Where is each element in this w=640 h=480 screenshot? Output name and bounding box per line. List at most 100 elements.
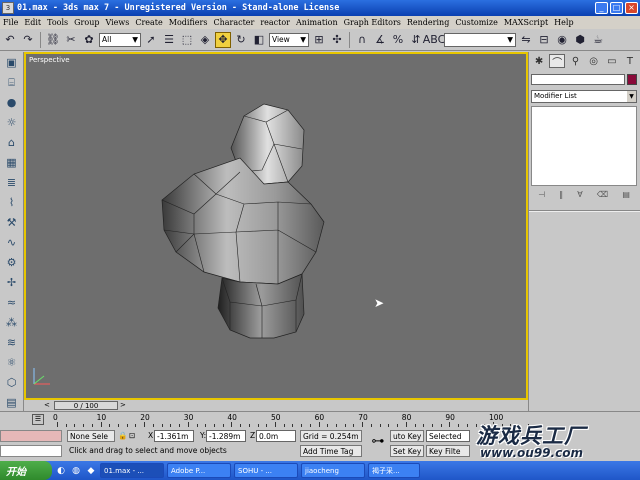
show-end-result-icon[interactable]: ‖ xyxy=(559,190,563,202)
menu-animation[interactable]: Animation xyxy=(293,18,341,27)
app-icon[interactable]: 3 xyxy=(2,2,14,14)
camera-icon[interactable]: ⌂ xyxy=(3,134,21,151)
modifier-stack[interactable] xyxy=(531,106,637,186)
task-01max[interactable]: 01.max - ... xyxy=(100,463,164,478)
sphere-icon[interactable]: ● xyxy=(3,94,21,111)
quick-render-icon[interactable]: ☕ xyxy=(590,32,606,48)
select-and-move-icon[interactable]: ✥ xyxy=(215,31,231,48)
redo-icon[interactable]: ↷ xyxy=(20,32,36,48)
menu-modifiers[interactable]: Modifiers xyxy=(166,18,211,27)
helper-icon[interactable]: ✢ xyxy=(3,274,21,291)
pin-stack-icon[interactable]: ⊣ xyxy=(538,190,545,202)
make-unique-icon[interactable]: ∀ xyxy=(577,190,582,202)
window-crossing-icon[interactable]: ◈ xyxy=(197,32,213,48)
maximize-button[interactable]: □ xyxy=(610,2,623,14)
material-icon[interactable]: ▦ xyxy=(3,154,21,171)
particle-icon[interactable]: ⁂ xyxy=(3,314,21,331)
add-time-tag-button[interactable]: Add Time Tag xyxy=(300,445,362,457)
box-icon[interactable]: ▣ xyxy=(3,54,21,71)
cylinder-icon[interactable]: ⌸ xyxy=(3,74,21,91)
tool-icon[interactable]: ⚒ xyxy=(3,214,21,231)
set-key-button[interactable]: Set Key xyxy=(390,445,424,457)
pivot-center-icon[interactable]: ⊞ xyxy=(311,32,327,48)
angle-snap-icon[interactable]: ∡ xyxy=(372,32,388,48)
y-coordinate-field[interactable]: -1.289m xyxy=(206,430,246,442)
task-jiaocheng[interactable]: jiaocheng xyxy=(301,463,365,478)
x-coordinate-field[interactable]: -1.361m xyxy=(154,430,194,442)
key-filters-button[interactable]: Key Filte xyxy=(426,445,470,457)
minimize-button[interactable]: _ xyxy=(595,2,608,14)
stack-icon[interactable]: ≣ xyxy=(3,174,21,191)
menu-create[interactable]: Create xyxy=(132,18,165,27)
lock-icon[interactable]: 🔒 xyxy=(116,430,126,442)
key-mode-dropdown[interactable]: Selected xyxy=(426,430,470,442)
open-mini-curve-editor-icon[interactable]: ☰ xyxy=(32,414,44,425)
bind-space-warp-icon[interactable]: ✿ xyxy=(81,32,97,48)
select-and-link-icon[interactable]: ⛓ xyxy=(45,32,61,48)
select-and-scale-icon[interactable]: ◧ xyxy=(251,32,267,48)
quicklaunch-media-icon[interactable]: ◐ xyxy=(55,465,67,477)
time-slider-thumb[interactable]: 0 / 100 xyxy=(54,401,118,410)
shape-icon[interactable]: ⬡ xyxy=(3,374,21,391)
hierarchy-tab-icon[interactable]: ⚲ xyxy=(567,54,583,68)
menu-help[interactable]: Help xyxy=(551,18,576,27)
remove-modifier-icon[interactable]: ⌫ xyxy=(597,190,608,202)
select-and-manipulate-icon[interactable]: ✣ xyxy=(329,32,345,48)
menu-edit[interactable]: Edit xyxy=(21,18,44,27)
edit-named-selection-icon[interactable]: ABC xyxy=(423,32,446,48)
create-tab-icon[interactable]: ✱ xyxy=(531,54,547,68)
key-icon[interactable]: ⊶ xyxy=(366,433,388,451)
display-tab-icon[interactable]: ▭ xyxy=(604,54,620,68)
material-editor-icon[interactable]: ◉ xyxy=(554,32,570,48)
select-object-icon[interactable]: ➚ xyxy=(143,32,159,48)
reference-coordinate-dropdown[interactable]: View ▼ xyxy=(269,32,309,47)
spinner-snap-icon[interactable]: ⇵ xyxy=(408,32,424,48)
menu-rendering[interactable]: Rendering xyxy=(404,18,452,27)
quicklaunch-browser-icon[interactable]: ◍ xyxy=(70,465,82,477)
previous-frame-icon[interactable]: < xyxy=(44,401,50,409)
select-by-name-icon[interactable]: ☰ xyxy=(161,32,177,48)
undo-icon[interactable]: ↶ xyxy=(2,32,18,48)
task-folder[interactable]: 褐子采... xyxy=(368,463,420,478)
mesh-object[interactable] xyxy=(26,54,526,398)
snaps-toggle-icon[interactable]: ∩ xyxy=(354,32,370,48)
menu-character[interactable]: Character xyxy=(210,18,257,27)
menu-group[interactable]: Group xyxy=(71,18,102,27)
spacewarp-icon[interactable]: ≈ xyxy=(3,294,21,311)
object-color-swatch[interactable] xyxy=(627,74,637,85)
menu-tools[interactable]: Tools xyxy=(44,18,71,27)
render-scene-icon[interactable]: ⬢ xyxy=(572,32,588,48)
named-selection-dropdown[interactable]: ▼ xyxy=(444,32,516,47)
rectangular-selection-icon[interactable]: ⬚ xyxy=(179,32,195,48)
utilities-tab-icon[interactable]: T xyxy=(622,54,638,68)
quicklaunch-app-icon[interactable]: ◆ xyxy=(85,465,97,477)
reactor-icon[interactable]: ⚛ xyxy=(3,354,21,371)
time-slider[interactable]: < 0 / 100 > xyxy=(24,400,528,411)
absolute-mode-icon[interactable]: ⊡ xyxy=(127,430,145,442)
selection-filter-dropdown[interactable]: All ▼ xyxy=(99,32,141,47)
menu-customize[interactable]: Customize xyxy=(452,18,501,27)
object-name-field[interactable] xyxy=(531,74,625,85)
maxscript-listener-mini[interactable] xyxy=(0,430,62,442)
menu-maxscript[interactable]: MAXScript xyxy=(501,18,551,27)
render-icon[interactable]: ▤ xyxy=(3,394,21,411)
configure-modifier-sets-icon[interactable]: ▤ xyxy=(622,190,630,202)
bend-modifier-icon[interactable]: ⌇ xyxy=(3,194,21,211)
percent-snap-icon[interactable]: % xyxy=(390,32,406,48)
ripple-icon[interactable]: ≋ xyxy=(3,334,21,351)
auto-key-button[interactable]: uto Key xyxy=(390,430,424,442)
task-adobe-photoshop[interactable]: Adobe P... xyxy=(167,463,231,478)
perspective-viewport[interactable]: Perspective ➤ xyxy=(26,54,526,398)
menu-file[interactable]: File xyxy=(0,18,21,27)
modifier-list-dropdown[interactable]: Modifier List ▼ xyxy=(531,90,637,103)
motion-tab-icon[interactable]: ◎ xyxy=(586,54,602,68)
align-icon[interactable]: ⊟ xyxy=(536,32,552,48)
select-and-rotate-icon[interactable]: ↻ xyxy=(233,32,249,48)
modify-tab-icon[interactable]: ⌒ xyxy=(549,54,566,69)
maxscript-input-mini[interactable] xyxy=(0,445,62,457)
next-frame-icon[interactable]: > xyxy=(120,401,126,409)
task-sohu[interactable]: SOHU - ... xyxy=(234,463,298,478)
z-coordinate-field[interactable]: 0.0m xyxy=(256,430,296,442)
mirror-icon[interactable]: ⇋ xyxy=(518,32,534,48)
wave-icon[interactable]: ∿ xyxy=(3,234,21,251)
